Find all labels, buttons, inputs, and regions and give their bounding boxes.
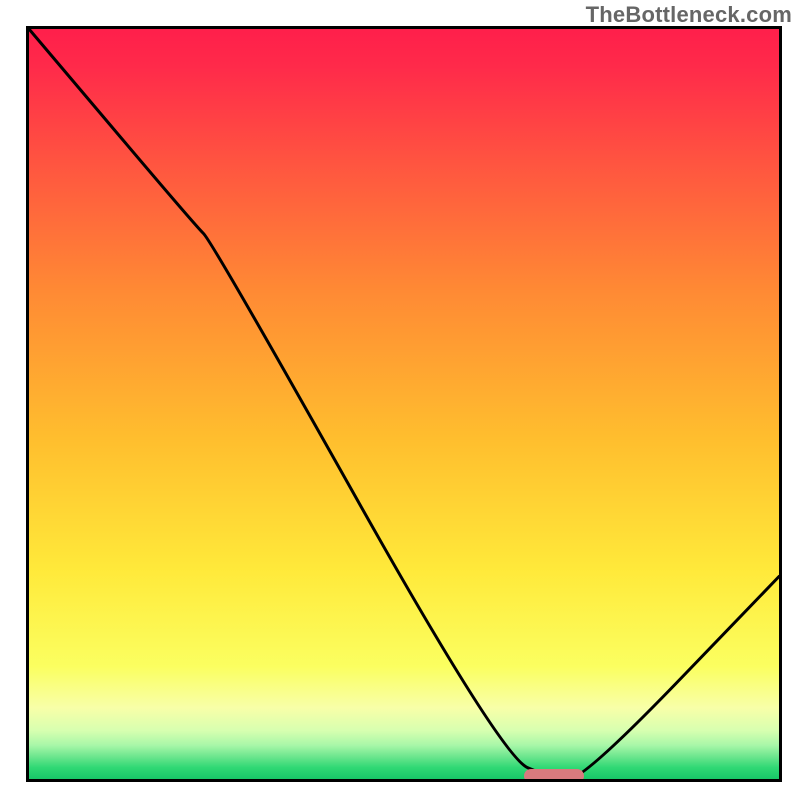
bottleneck-curve <box>29 29 779 779</box>
watermark-text: TheBottleneck.com <box>586 2 792 28</box>
plot-area <box>26 26 782 782</box>
chart-stage: TheBottleneck.com <box>0 0 800 800</box>
optimum-marker <box>524 769 584 782</box>
